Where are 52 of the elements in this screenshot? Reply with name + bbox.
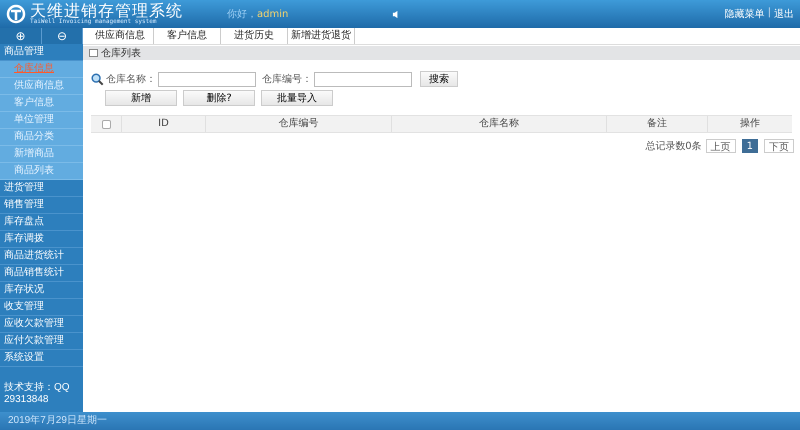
panel-title: 仓库列表 (101, 46, 141, 60)
support-text: 技术支持：QQ 29313848 (3, 382, 71, 407)
record-count: 总记录数0条 (645, 140, 702, 153)
sidebar-item[interactable]: 应收欠款管理 (0, 316, 83, 333)
column-header: 操作 (707, 116, 792, 132)
column-header: ID (121, 116, 205, 132)
column-header: 备注 (606, 116, 707, 132)
column-header: 仓库编号 (205, 116, 391, 132)
tab[interactable]: 客户信息 (154, 28, 221, 44)
page-button[interactable]: 1 (742, 139, 758, 153)
sidebar-item[interactable]: 应付欠款管理 (0, 333, 83, 350)
search-icon (91, 72, 104, 86)
logo-icon (6, 4, 26, 24)
sidebar-subitem[interactable]: 商品列表 (0, 163, 83, 180)
header-link[interactable]: 退出 (774, 7, 794, 21)
separator: | (768, 7, 771, 20)
app-title: 天维进销存管理系统 (30, 3, 183, 19)
action-button[interactable]: 新增 (105, 90, 177, 106)
column-header: 仓库名称 (391, 116, 606, 132)
sidebar-item[interactable]: 商品销售统计 (0, 265, 83, 282)
checkbox[interactable] (102, 120, 110, 128)
sidebar-item[interactable]: 库存盘点 (0, 214, 83, 231)
panel-icon (89, 49, 98, 57)
date-text: 2019年7月29日星期一 (8, 414, 107, 428)
field-label: 仓库名称： (106, 72, 156, 86)
sidebar-item[interactable]: 库存调拨 (0, 231, 83, 248)
sidebar-subitem[interactable]: 客户信息 (0, 95, 83, 112)
tab[interactable]: 供应商信息 (87, 28, 154, 44)
sidebar-item[interactable]: 商品管理 (0, 44, 83, 61)
header-link[interactable]: 隐藏菜单 (724, 7, 765, 21)
tab[interactable]: 新增进货退货 (288, 28, 355, 44)
search-button[interactable]: 搜索 (420, 71, 458, 87)
tab[interactable]: 进货历史 (221, 28, 288, 44)
sidebar-item[interactable]: 系统设置 (0, 350, 83, 367)
prev-page-button[interactable]: 上页 (706, 139, 736, 153)
sidebar-item[interactable]: 库存状况 (0, 282, 83, 299)
sidebar-subitem[interactable]: 商品分类 (0, 129, 83, 146)
field-label: 仓库编号： (262, 72, 312, 86)
sidebar-subitem[interactable]: 供应商信息 (0, 78, 83, 95)
sidebar-item[interactable]: 商品进货统计 (0, 248, 83, 265)
action-button[interactable]: 删除? (183, 90, 255, 106)
sidebar-item[interactable]: 销售管理 (0, 197, 83, 214)
user-name: admin (257, 8, 288, 20)
sidebar-item[interactable]: 进货管理 (0, 180, 83, 197)
sidebar-subitem[interactable]: 新增商品 (0, 146, 83, 163)
greeting-label: 你好， (227, 8, 257, 21)
next-page-button[interactable]: 下页 (764, 139, 794, 153)
sidebar-item[interactable]: 收支管理 (0, 299, 83, 316)
input-field[interactable] (314, 72, 412, 86)
action-button[interactable]: 批量导入 (261, 90, 333, 106)
input-field[interactable] (158, 72, 256, 86)
sidebar-subitem[interactable]: 单位管理 (0, 112, 83, 129)
